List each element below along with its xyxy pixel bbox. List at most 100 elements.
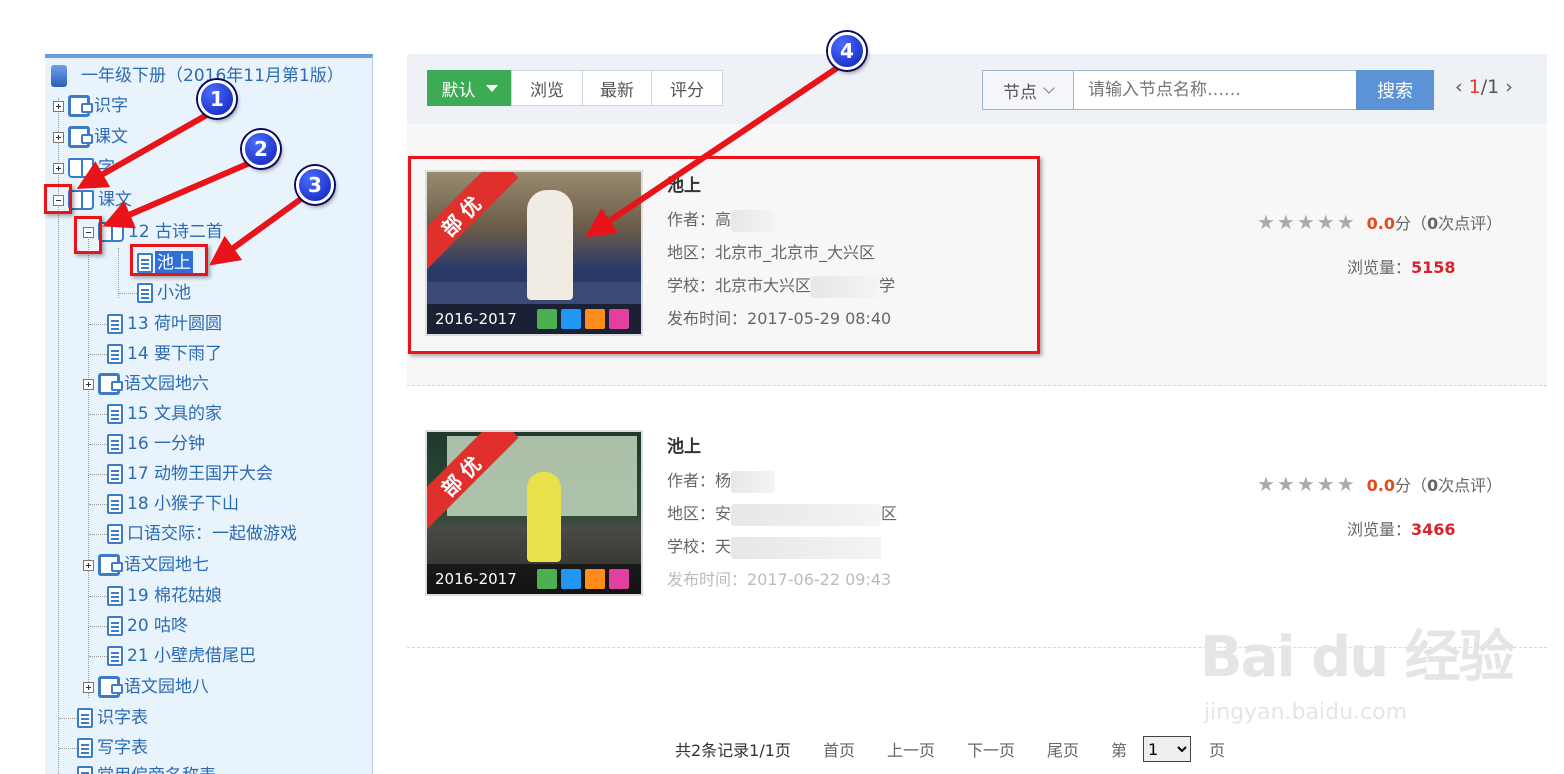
tree-item-yuandi7[interactable]: 语文园地七 — [83, 551, 211, 579]
search-button[interactable]: 搜索 — [1356, 70, 1434, 110]
document-icon — [107, 344, 123, 364]
next-page-icon[interactable]: › — [1505, 76, 1513, 98]
record-summary: 共2条记录1/1页 — [675, 741, 791, 760]
folder-icon — [98, 676, 123, 698]
search-input[interactable] — [1074, 70, 1357, 110]
goto-suffix: 页 — [1209, 741, 1226, 760]
document-icon — [107, 314, 123, 334]
expand-icon[interactable] — [83, 681, 94, 693]
tree-item-wenju[interactable]: 15 文具的家 — [89, 400, 224, 428]
document-icon — [77, 738, 93, 758]
star-icon: ★★★★★ — [1257, 472, 1357, 496]
step-badge: 2 — [242, 130, 280, 168]
node-select[interactable]: 节点 — [982, 70, 1074, 110]
sort-latest-button[interactable]: 最新 — [582, 70, 652, 106]
highlight-box — [408, 156, 1040, 354]
document-icon — [107, 616, 123, 636]
prev-page-icon[interactable]: ‹ — [1455, 76, 1463, 98]
view-count: 浏览量：5158 — [1347, 258, 1456, 277]
expand-icon[interactable] — [83, 378, 94, 390]
tree-item-kouyu[interactable]: 口语交际：一起做游戏 — [89, 520, 299, 548]
next-page-link[interactable]: 下一页 — [967, 737, 1015, 761]
last-page-link[interactable]: 尾页 — [1047, 737, 1079, 761]
document-icon — [107, 646, 123, 666]
star-icon: ★★★★★ — [1257, 210, 1357, 234]
video-icon — [560, 569, 581, 589]
step-badge: 4 — [828, 32, 866, 70]
tree-item-shizibiao[interactable]: 识字表 — [59, 704, 150, 732]
view-count: 浏览量：3466 — [1347, 520, 1456, 539]
document-icon — [107, 494, 123, 514]
school: 天 — [715, 537, 732, 556]
tree-item-xiezibiao[interactable]: 写字表 — [59, 734, 150, 762]
tree-item-kewen[interactable]: 课文 — [53, 123, 130, 151]
watermark-logo: Bai du 经验 — [1200, 625, 1515, 690]
sort-default-button[interactable]: 默认 — [427, 70, 512, 106]
expand-icon[interactable] — [53, 131, 64, 143]
slides-icon — [608, 569, 629, 589]
highlight-box — [74, 216, 102, 254]
toolbar: 默认 浏览 最新 评分 节点 搜索 ‹ 1/1 › — [407, 54, 1547, 124]
tree-item-xiaohouzi[interactable]: 18 小猴子下山 — [89, 490, 241, 518]
expand-icon[interactable] — [83, 559, 94, 571]
result-card[interactable]: 部优 2016-2017 池上 作者：杨 地区：安区 学校：天 发布时间：201… — [407, 386, 1547, 648]
expand-icon[interactable] — [53, 100, 64, 112]
sort-score-button[interactable]: 评分 — [651, 70, 723, 106]
first-page-link[interactable]: 首页 — [823, 737, 855, 761]
region: 安 — [715, 504, 732, 523]
tree-item-xiayu[interactable]: 14 要下雨了 — [89, 340, 224, 368]
document-icon — [107, 586, 123, 606]
document-icon — [107, 434, 123, 454]
current-page: 1 — [1468, 76, 1481, 98]
computer-icon — [51, 65, 67, 87]
folder-icon — [98, 554, 123, 576]
tree-root[interactable]: 一年级下册（2016年11月第1版） — [51, 62, 346, 90]
lesson-plan-icon — [536, 569, 557, 589]
sort-browse-button[interactable]: 浏览 — [511, 70, 583, 106]
tree-item-xiaochi[interactable]: 小池 — [119, 279, 193, 307]
total-pages: /1 — [1480, 76, 1500, 98]
tree-item-gudong[interactable]: 20 咕咚 — [89, 612, 190, 640]
document-icon — [107, 464, 123, 484]
tree-item-bihu[interactable]: 21 小壁虎借尾巴 — [89, 642, 258, 670]
folder-icon — [98, 373, 123, 395]
tree-item-yifenzhong[interactable]: 16 一分钟 — [89, 430, 207, 458]
page-select[interactable]: 1 — [1143, 736, 1192, 762]
tree-item-mianhua[interactable]: 19 棉花姑娘 — [89, 582, 224, 610]
document-icon — [77, 766, 93, 774]
result-title[interactable]: 池上 — [667, 431, 897, 464]
tree-item-shizi[interactable]: 识字 — [53, 92, 130, 120]
tree-item-dongwu[interactable]: 17 动物王国开大会 — [89, 460, 275, 488]
rating: ★★★★★ 0.0分（0次点评） — [1257, 210, 1503, 234]
prev-page-link[interactable]: 上一页 — [887, 737, 935, 761]
video-thumbnail[interactable]: 部优 2016-2017 — [425, 430, 643, 596]
rating: ★★★★★ 0.0分（0次点评） — [1257, 472, 1503, 496]
document-icon — [107, 524, 123, 544]
tree-item-pianpang[interactable]: 常用偏旁名称表 — [59, 762, 218, 774]
step-badge: 1 — [198, 80, 236, 118]
tree-item-yuandi6[interactable]: 语文园地六 — [83, 370, 211, 398]
highlight-box — [44, 184, 72, 214]
top-pager: ‹ 1/1 › — [1455, 76, 1513, 98]
watermark-url: jingyan.baidu.com — [1204, 700, 1408, 725]
tree-item-yuandi8[interactable]: 语文园地八 — [83, 673, 211, 701]
highlight-box — [130, 244, 208, 276]
expand-icon[interactable] — [53, 162, 64, 174]
chapter-tree[interactable]: 一年级下册（2016年11月第1版） 识字 课文 字 课文 12 古诗二首 池上… — [45, 54, 373, 774]
tree-item-zi[interactable]: 字 — [53, 154, 117, 182]
page: 一年级下册（2016年11月第1版） 识字 课文 字 课文 12 古诗二首 池上… — [0, 0, 1564, 774]
caret-down-icon — [485, 84, 498, 92]
chevron-down-icon — [1043, 81, 1055, 94]
book-icon — [68, 158, 94, 178]
folder-icon — [68, 126, 93, 148]
result-info: 池上 作者：杨 地区：安区 学校：天 发布时间：2017-06-22 09:43 — [667, 431, 897, 596]
folder-icon — [68, 95, 93, 117]
idea-icon — [584, 569, 605, 589]
step-badge: 3 — [296, 166, 334, 204]
tree-item-gushi[interactable]: 12 古诗二首 — [83, 218, 225, 246]
goto-prefix: 第 — [1111, 741, 1128, 760]
document-icon — [77, 708, 93, 728]
tree-item-heye[interactable]: 13 荷叶圆圆 — [89, 310, 224, 338]
document-icon — [137, 283, 153, 303]
bottom-pager: 共2条记录1/1页 首页 上一页 下一页 尾页 第 1 页 — [675, 736, 1257, 762]
